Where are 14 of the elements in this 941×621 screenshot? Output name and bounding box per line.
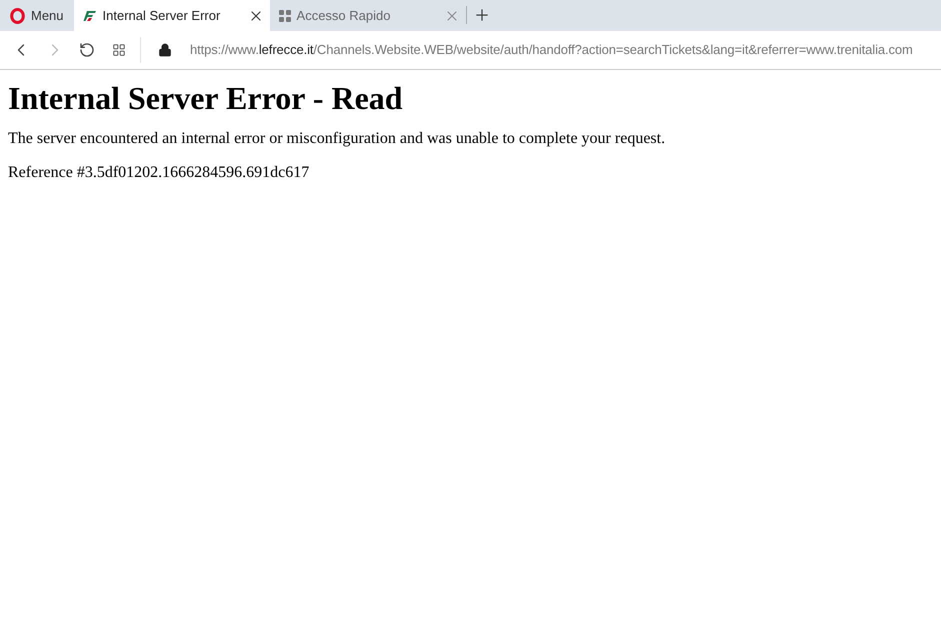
grid-icon[interactable] bbox=[112, 43, 126, 57]
logo-icon bbox=[82, 10, 97, 22]
tab-title: Internal Server Error bbox=[102, 6, 222, 25]
tab-title: Accesso Rapido bbox=[296, 6, 392, 25]
opera-logo-icon bbox=[10, 8, 25, 24]
browser-tab[interactable]: Internal Server Error bbox=[74, 0, 270, 31]
lock-icon bbox=[158, 43, 172, 57]
paragraph: The server encountered an internal error or misconfiguration and was unable to complete your request. bbox=[8, 130, 666, 148]
grid-icon bbox=[278, 10, 291, 22]
reload-icon[interactable] bbox=[79, 42, 95, 58]
page-heading: Internal Server Error - Read bbox=[8, 80, 404, 116]
paragraph: Reference #3.5df01202.1666284596.691dc617 bbox=[8, 164, 310, 182]
address-field[interactable]: https://www.lefrecce.it/Channels.Website.WEB/website/auth/handoff?action=searchTickets&lang=it&referrer=www.trenitalia.com bbox=[190, 40, 913, 60]
menu-button[interactable]: Menu bbox=[0, 0, 74, 31]
